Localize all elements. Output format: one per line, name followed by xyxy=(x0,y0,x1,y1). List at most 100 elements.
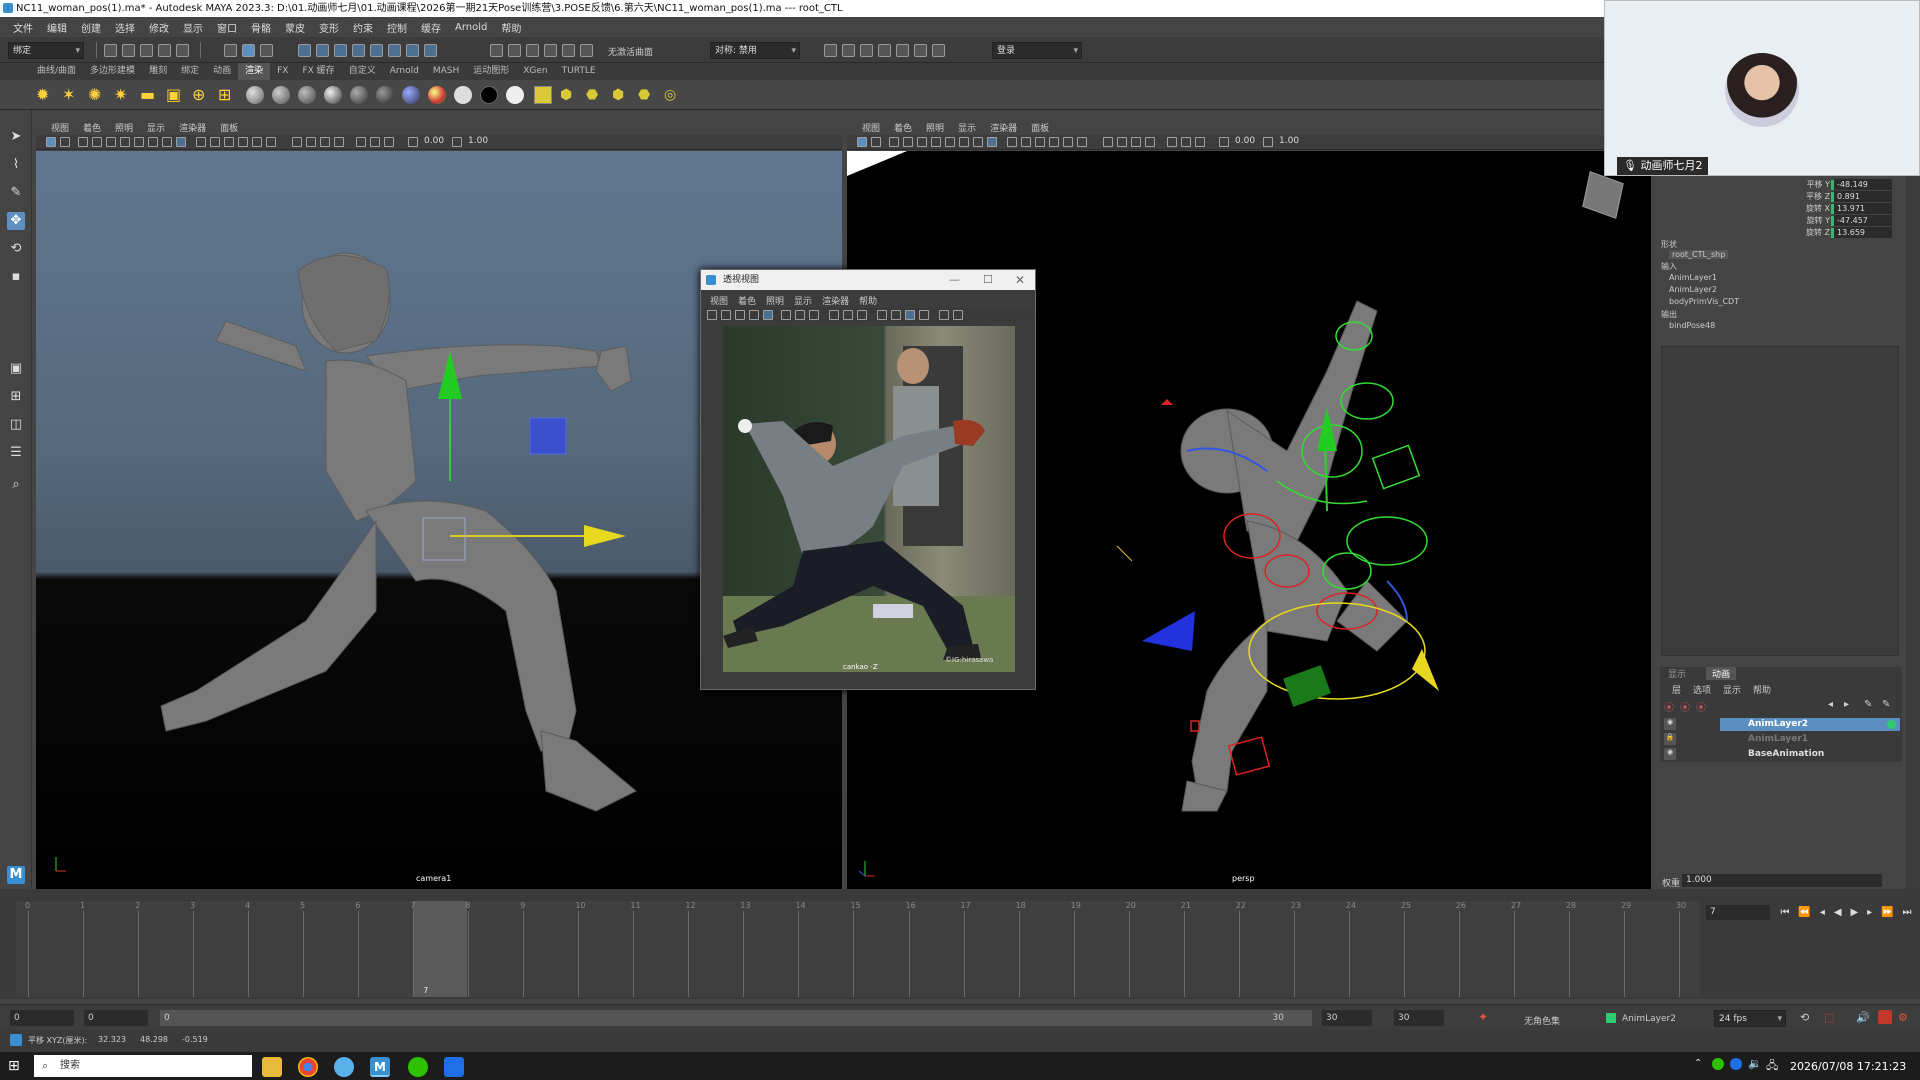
paint-select-icon[interactable]: ✎ xyxy=(7,184,25,202)
layer-menu-item[interactable]: 层 xyxy=(1666,683,1687,696)
resolution-gate-icon[interactable] xyxy=(795,310,805,320)
sound-icon[interactable]: 🔊 xyxy=(1856,1011,1870,1024)
shelf-tab[interactable]: 多边形建模 xyxy=(83,63,142,80)
ambient-occlusion-icon[interactable] xyxy=(356,137,366,147)
camera-attr-icon[interactable] xyxy=(721,310,731,320)
wire-on-shaded-icon[interactable] xyxy=(1035,137,1045,147)
material-sphere-icon[interactable] xyxy=(272,86,290,104)
channel-value[interactable]: -47.457 xyxy=(1834,215,1892,226)
layer-visibility-icon[interactable]: ◉ xyxy=(1664,718,1676,730)
camera-attr-icon[interactable] xyxy=(871,137,881,147)
snap-view-icon[interactable] xyxy=(544,44,557,57)
panel-menu-item[interactable]: 帮助 xyxy=(854,294,882,307)
channel-row[interactable]: 旋转 Y -47.457 xyxy=(1651,215,1906,227)
xray-icon[interactable] xyxy=(306,137,316,147)
windows-start-icon[interactable]: ⊞ xyxy=(8,1058,20,1074)
search-icon[interactable]: ⌕ xyxy=(7,476,25,494)
shelf-tab[interactable]: MASH xyxy=(426,63,466,80)
viewport-menu-item[interactable]: 照明 xyxy=(919,121,951,134)
go-to-start-icon[interactable]: ⏮ xyxy=(1780,905,1789,920)
grid-icon[interactable] xyxy=(917,137,927,147)
layer-tool-icon[interactable]: ⦿ xyxy=(1680,699,1690,714)
shelf-tab[interactable]: Arnold xyxy=(383,63,426,80)
reference-view-panel[interactable]: 透视视图 — ☐ ✕ 视图 着色 照明 显示 渲染器 帮助 cankao -Z … xyxy=(700,269,1036,690)
grid-icon[interactable] xyxy=(106,137,116,147)
material-sphere-icon[interactable] xyxy=(324,86,342,104)
side-tab-strip[interactable] xyxy=(1906,176,1920,890)
menu-item[interactable]: 修改 xyxy=(142,20,176,35)
material-sphere-icon[interactable] xyxy=(376,86,394,104)
menu-item[interactable]: 骨骼 xyxy=(244,20,278,35)
layer-tab-display[interactable]: 显示 xyxy=(1668,667,1686,680)
resolution-gate-icon[interactable] xyxy=(134,137,144,147)
viewport-menu-item[interactable]: 视图 xyxy=(44,121,76,134)
smooth-shade-icon[interactable] xyxy=(1021,137,1031,147)
pick-mask-icon[interactable] xyxy=(298,44,311,57)
layer-tool-icon[interactable]: ⦿ xyxy=(1664,699,1674,714)
live-surface-label[interactable]: 无激活曲面 xyxy=(608,45,653,58)
scene-start-field[interactable]: 0 xyxy=(10,1010,74,1026)
textured-icon[interactable] xyxy=(1049,137,1059,147)
render-tool-icon[interactable]: ⬢ xyxy=(560,86,578,104)
layer-key-icon[interactable]: ✎ xyxy=(1864,699,1872,710)
panel-menu-item[interactable]: 照明 xyxy=(761,294,789,307)
snap-point-icon[interactable] xyxy=(526,44,539,57)
play-back-icon[interactable]: ◀ xyxy=(1834,905,1842,920)
network-icon[interactable]: 🖧 xyxy=(1766,1057,1778,1076)
shelf-tab[interactable]: FX xyxy=(270,63,295,80)
render-tool-icon[interactable]: ◎ xyxy=(664,86,682,104)
exposure-value[interactable]: 0.00 xyxy=(424,136,444,146)
menu-item[interactable]: 文件 xyxy=(6,20,40,35)
menu-item[interactable]: 控制 xyxy=(380,20,414,35)
gate-mask-icon[interactable] xyxy=(148,137,158,147)
image-plane-icon[interactable] xyxy=(92,137,102,147)
xray-icon[interactable] xyxy=(1117,137,1127,147)
textured-icon[interactable] xyxy=(238,137,248,147)
current-layer-label[interactable]: AnimLayer2 xyxy=(1622,1014,1676,1024)
minimize-icon[interactable]: — xyxy=(949,270,960,290)
anim-layer-row-selected[interactable]: AnimLayer2 xyxy=(1720,718,1900,731)
open-scene-icon[interactable] xyxy=(122,44,135,57)
isolate-select-icon[interactable] xyxy=(877,310,887,320)
key-icon[interactable]: ✦ xyxy=(1478,1010,1488,1024)
lights-icon[interactable] xyxy=(1063,137,1073,147)
render-tool-icon[interactable]: ⬢ xyxy=(612,86,630,104)
textured-icon[interactable] xyxy=(857,310,867,320)
meeting-app-icon[interactable] xyxy=(444,1057,464,1077)
antialias-icon[interactable] xyxy=(939,310,949,320)
save-scene-icon[interactable] xyxy=(140,44,153,57)
resolution-gate-icon[interactable] xyxy=(945,137,955,147)
pick-mask-icon[interactable] xyxy=(388,44,401,57)
viewport-menu-item[interactable]: 着色 xyxy=(887,121,919,134)
layer-move-icon[interactable]: ◂ xyxy=(1828,699,1833,710)
menu-item[interactable]: 缓存 xyxy=(414,20,448,35)
material-sphere-icon[interactable] xyxy=(454,86,472,104)
scale-tool-icon[interactable]: ▪ xyxy=(7,268,25,286)
material-sphere-icon[interactable] xyxy=(506,86,524,104)
smooth-shade-icon[interactable] xyxy=(210,137,220,147)
shelf-tab-active[interactable]: 渲染 xyxy=(238,63,271,80)
input-node[interactable]: AnimLayer1 xyxy=(1669,273,1717,282)
viewport-menu-item[interactable]: 面板 xyxy=(1024,121,1056,134)
backface-icon[interactable] xyxy=(919,310,929,320)
outliner-layout-icon[interactable]: ☰ xyxy=(7,444,25,462)
current-frame-highlight[interactable]: 7 xyxy=(413,901,468,997)
step-forward-key-icon[interactable]: ⏩ xyxy=(1881,905,1893,920)
auto-key-icon[interactable]: ⬚ xyxy=(1824,1011,1834,1024)
menu-item[interactable]: 约束 xyxy=(346,20,380,35)
settings-icon[interactable]: ⚙ xyxy=(1898,1011,1908,1024)
layer-menu-item[interactable]: 显示 xyxy=(1717,683,1747,696)
menu-item[interactable]: 变形 xyxy=(312,20,346,35)
chrome-icon[interactable] xyxy=(298,1057,318,1077)
lights-icon[interactable] xyxy=(252,137,262,147)
gate-mask-icon[interactable] xyxy=(959,137,969,147)
undo-icon[interactable] xyxy=(158,44,171,57)
shelf-tab[interactable]: 曲线/曲面 xyxy=(30,63,83,80)
time-slider-track[interactable]: 7 0 1 2 3 4 5 6 7 8 9 10 11 12 13 14 15 16 17 18 19 20 21 22 23 2… xyxy=(16,901,1700,997)
render-settings-icon[interactable] xyxy=(878,44,891,57)
python-icon[interactable] xyxy=(10,1034,22,1046)
fps-dropdown[interactable]: 24 fps xyxy=(1714,1010,1786,1027)
image-plane-icon[interactable] xyxy=(749,310,759,320)
channel-value[interactable]: 13.971 xyxy=(1834,203,1892,214)
redo-icon[interactable] xyxy=(176,44,189,57)
